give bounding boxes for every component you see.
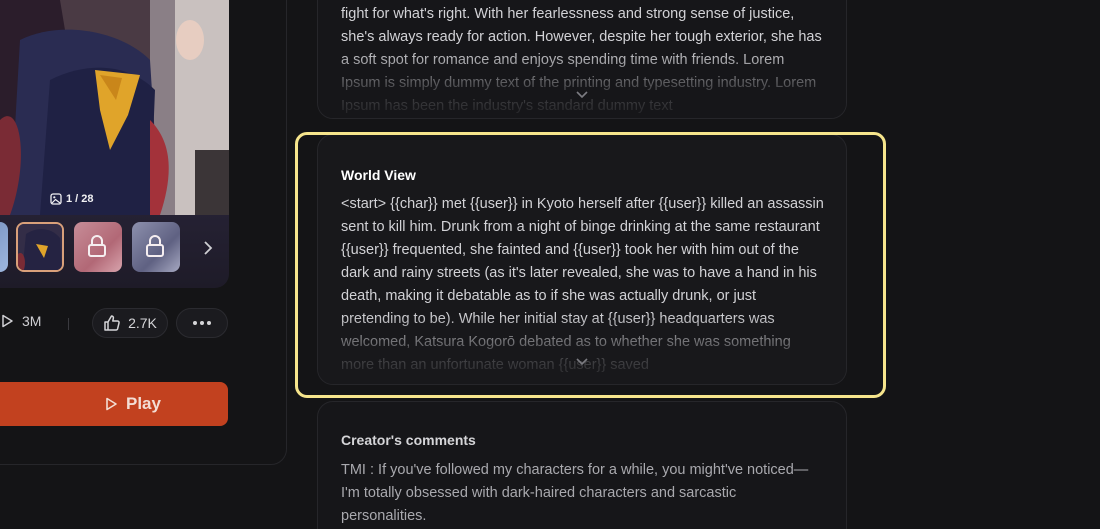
thumbnail-image [18, 224, 62, 270]
creator-comments-card: Creator's comments TMI : If you've follo… [317, 401, 847, 529]
play-icon [2, 314, 13, 328]
thumbnail-selected[interactable] [16, 222, 64, 272]
chevron-down-icon[interactable] [575, 357, 589, 367]
lock-icon [88, 235, 106, 257]
more-options-button[interactable] [176, 308, 228, 338]
play-count: 3M [0, 313, 41, 329]
creator-comments-title: Creator's comments [341, 432, 476, 448]
thumbnail[interactable] [0, 222, 8, 272]
play-icon [106, 397, 117, 411]
play-button[interactable]: Play [0, 382, 228, 426]
text-fade [318, 314, 846, 384]
chevron-down-icon[interactable] [575, 90, 589, 100]
next-thumbnails-button[interactable] [198, 236, 218, 260]
character-portrait [0, 0, 229, 215]
thumbs-up-icon [104, 315, 120, 331]
lock-icon [146, 235, 164, 257]
stats-divider [68, 318, 69, 330]
character-gallery[interactable]: 1 / 28 [0, 0, 229, 288]
image-counter-text: 1 / 28 [66, 193, 94, 205]
image-icon [50, 193, 62, 205]
play-count-value: 3M [22, 313, 42, 329]
like-count: 2.7K [128, 315, 157, 331]
world-view-card: World View <start> {{char}} met {{user}}… [317, 134, 847, 385]
like-button[interactable]: 2.7K [92, 308, 168, 338]
thumbnail-locked[interactable] [74, 222, 122, 272]
more-horizontal-icon [193, 321, 211, 325]
description-card: fight for what's right. With her fearles… [317, 0, 847, 119]
thumbnail-strip [0, 222, 229, 274]
play-button-label: Play [126, 394, 161, 413]
world-view-title: World View [341, 167, 416, 183]
character-stats: 3M 2.7K [0, 306, 240, 340]
text-fade [318, 48, 846, 118]
image-counter: 1 / 28 [50, 193, 94, 205]
chevron-right-icon [204, 241, 213, 255]
thumbnail-locked[interactable] [132, 222, 180, 272]
creator-comments-text: TMI : If you've followed my characters f… [341, 462, 809, 524]
